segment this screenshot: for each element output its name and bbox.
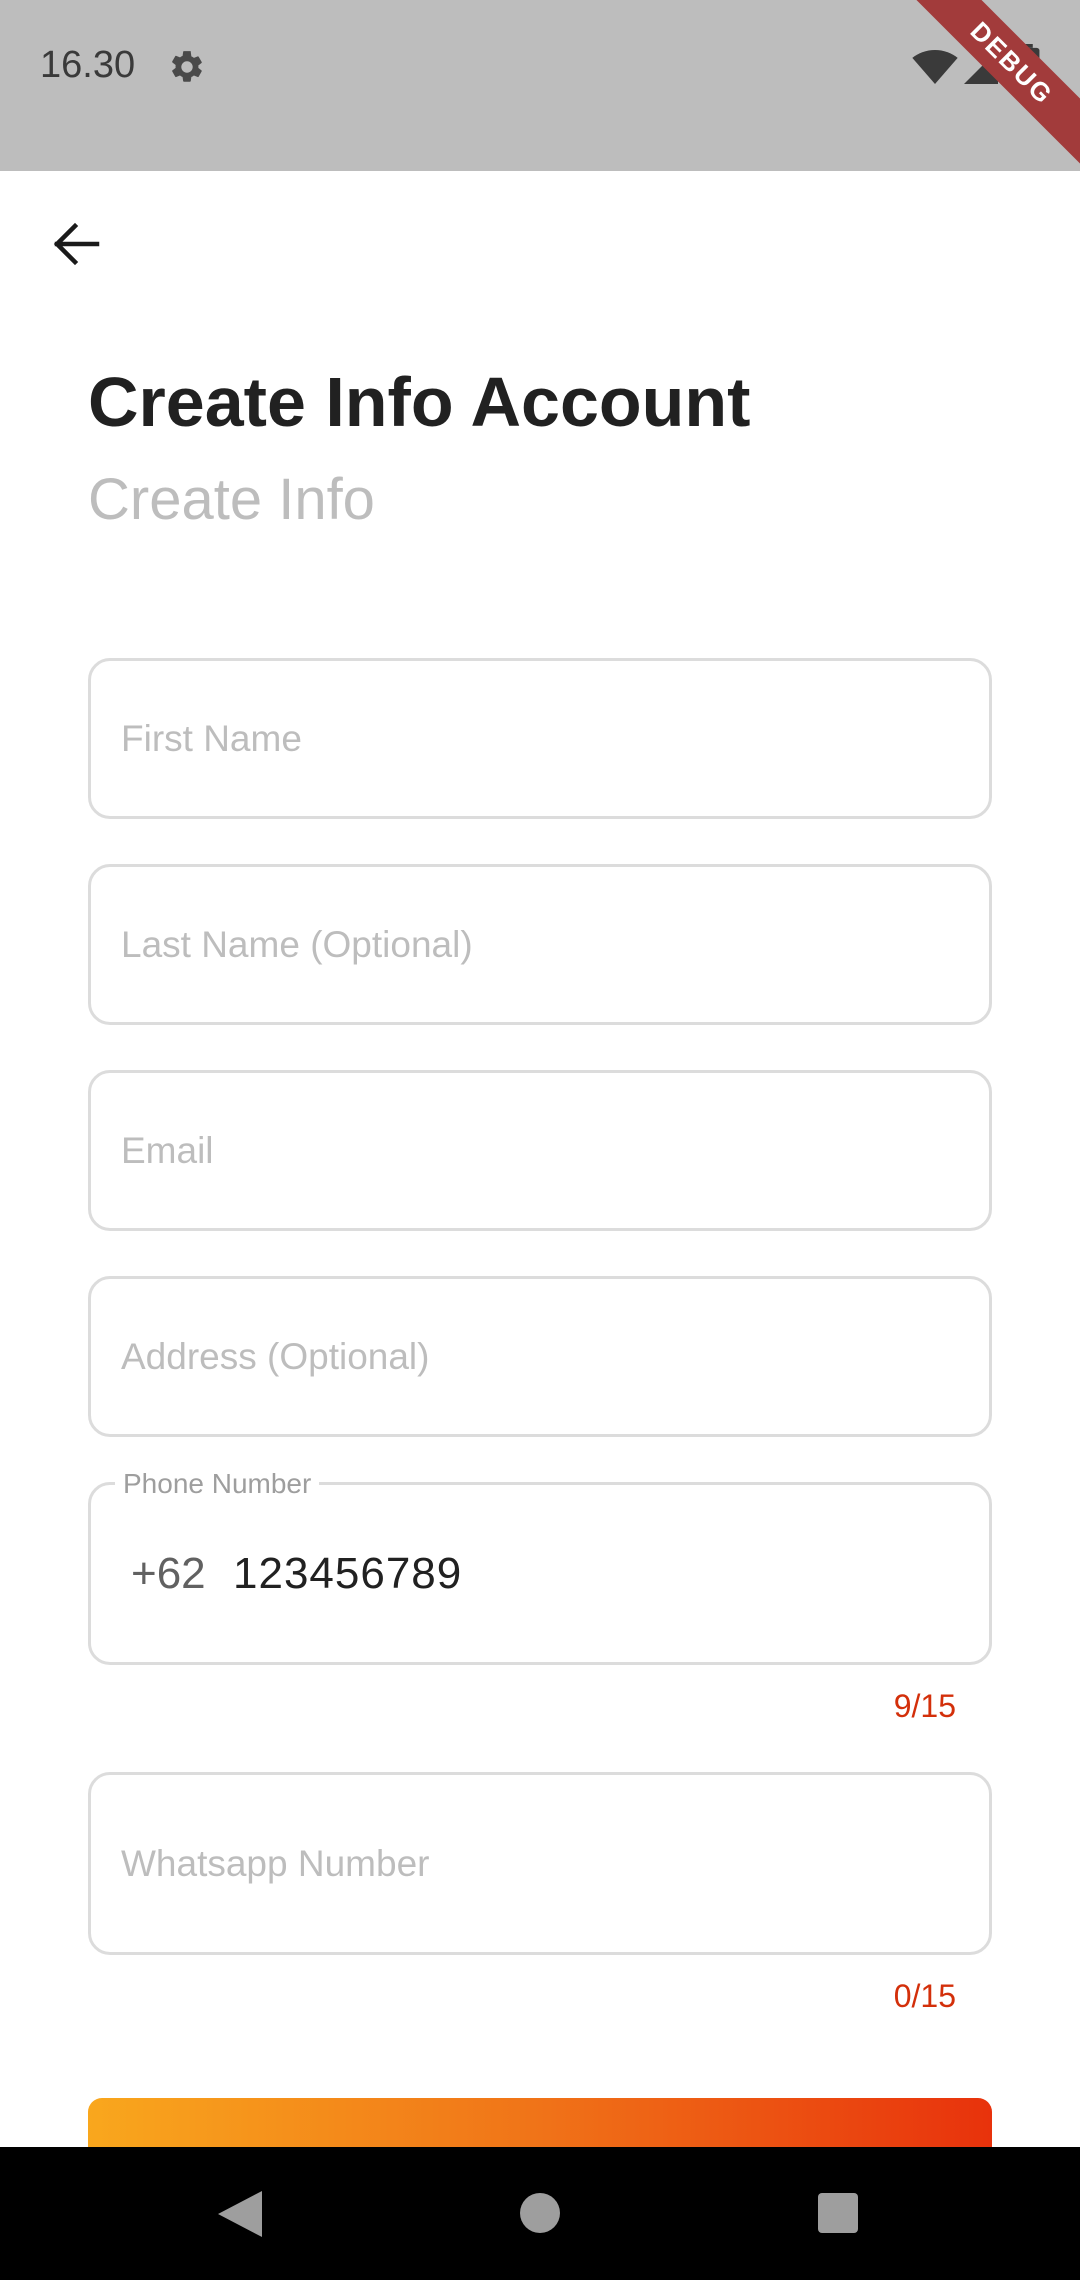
phone-number-field[interactable]: Phone Number +62 123456789 [88,1468,992,1665]
gear-icon [172,51,202,82]
status-bar: 16.30 DEBUG [0,0,1080,172]
first-name-placeholder: First Name [121,717,302,759]
phone-number-value: 123456789 [233,1548,463,1598]
debug-banner: DEBUG [900,0,1080,180]
whatsapp-number-placeholder: Whatsapp Number [121,1842,430,1884]
page-title: Create Info Account [88,363,751,441]
phone-number-label: Phone Number [115,1468,320,1500]
arrow-left-icon [53,222,100,266]
first-name-field[interactable]: First Name [88,658,992,819]
nav-recents-icon[interactable] [818,2193,858,2233]
whatsapp-number-field[interactable]: Whatsapp Number [88,1772,992,1955]
nav-home-icon[interactable] [520,2193,560,2233]
address-field[interactable]: Address (Optional) [88,1276,992,1437]
email-placeholder: Email [121,1129,214,1171]
debug-label: DEBUG [903,0,1080,172]
email-field[interactable]: Email [88,1070,992,1231]
address-placeholder: Address (Optional) [121,1335,430,1377]
page-subtitle: Create Info [88,467,375,532]
phone-number-counter: 9/15 [893,1688,956,1724]
navigation-bar [0,2147,1080,2280]
last-name-field[interactable]: Last Name (Optional) [88,864,992,1025]
last-name-placeholder: Last Name (Optional) [121,923,473,965]
nav-back-icon[interactable] [218,2191,262,2237]
back-button[interactable] [44,212,108,276]
whatsapp-number-counter: 0/15 [893,1978,956,2014]
phone-country-prefix: +62 [131,1548,206,1598]
status-time: 16.30 [40,44,136,86]
